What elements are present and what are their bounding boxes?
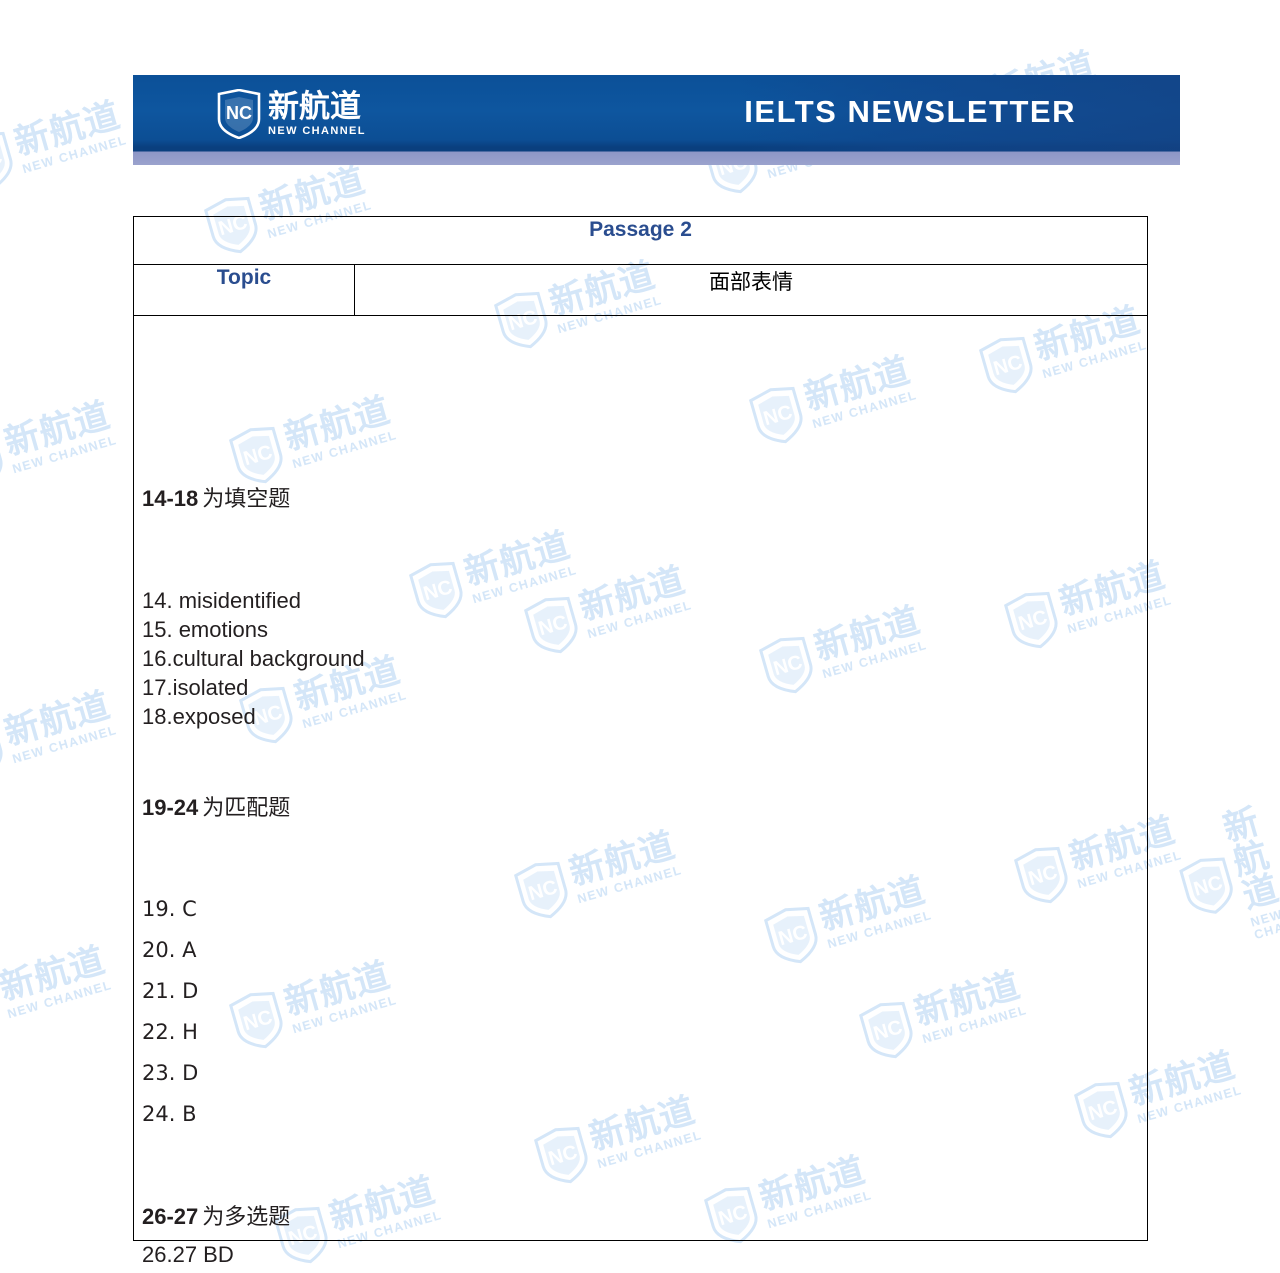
watermark-chinese-name: 新航道 <box>10 95 125 164</box>
list-item: 16.cultural background <box>142 646 365 671</box>
topic-value-cell: 面部表情 <box>354 264 1148 316</box>
list-item: 15. emotions <box>142 617 268 642</box>
watermark-english-name: NEW CHANNEL <box>1249 907 1280 942</box>
list-item: 20. A <box>142 938 197 962</box>
svg-text:NC: NC <box>226 103 252 123</box>
section-heading-matching: 19-24 为匹配题 <box>142 797 290 820</box>
list-item: 14. misidentified <box>142 588 301 613</box>
section-note-fill-in-the-blank: 为填空题 <box>202 487 291 512</box>
answers-body-cell: 14-18 为填空题 14. misidentified 15. emotions… <box>133 315 1148 1268</box>
answer-line-multiple-choice: 26.27 BD <box>142 1242 234 1267</box>
watermark-english-name: NEW CHANNEL <box>10 723 119 767</box>
watermark-english-name: NEW CHANNEL <box>5 978 114 1022</box>
watermark-chinese-name: 新航道 <box>1218 801 1280 918</box>
new-channel-logo: NC 新航道 NEW CHANNEL <box>216 89 366 139</box>
watermark-english-name: NEW CHANNEL <box>20 133 129 177</box>
watermark-chinese-name: 新航道 <box>0 940 110 1009</box>
table-row-topic: Topic 面部表情 <box>133 264 1148 316</box>
logo-english-name: NEW CHANNEL <box>268 124 366 137</box>
answer-list-matching: 19. C 20. A 21. D 22. H 23. D 24. B <box>142 889 198 1135</box>
page-header-banner: NC 新航道 NEW CHANNEL IELTS NEWSLETTER <box>133 75 1180 165</box>
section-note-multiple-choice: 为多选题 <box>202 1205 291 1230</box>
watermark-shield-icon: NC <box>0 721 3 779</box>
watermark-shield-icon: NC <box>1179 857 1233 914</box>
watermark-english-name: NEW CHANNEL <box>1135 1083 1244 1127</box>
watermark-shield-icon: NC <box>0 131 13 189</box>
answer-list-fill-in-the-blank: 14. misidentified 15. emotions 16.cultur… <box>142 586 365 731</box>
section-range-fill-in-the-blank: 14-18 <box>142 486 199 511</box>
watermark-logo: NC新航道NEW CHANNEL <box>0 395 120 496</box>
section-range-multiple-choice: 26-27 <box>142 1204 199 1229</box>
list-item: 17.isolated <box>142 675 249 700</box>
svg-text:NC: NC <box>0 146 5 175</box>
list-item: 24. B <box>142 1102 197 1126</box>
answers-body-inner: 14-18 为填空题 14. misidentified 15. emotions… <box>134 316 1147 1268</box>
list-item: 22. H <box>142 1020 198 1044</box>
watermark-logo: NC新航道NEW CHANNEL <box>0 95 130 196</box>
logo-chinese-name: 新航道 <box>268 88 361 125</box>
watermark-chinese-name: 新航道 <box>0 685 115 754</box>
shield-logo-icon: NC <box>217 89 261 139</box>
watermark-logo: NC新航道NEW CHANNEL <box>0 685 120 786</box>
table-row-answers: 14-18 为填空题 14. misidentified 15. emotions… <box>133 315 1148 1268</box>
list-item: 23. D <box>142 1061 199 1085</box>
answer-key-table: Passage 2 Topic 面部表情 14-18 为填空题 14. misid… <box>133 216 1148 1268</box>
watermark-logo: NC新航道NEW CHANNEL <box>1165 795 1280 957</box>
section-heading-multiple-choice: 26-27 为多选题 <box>142 1206 290 1229</box>
topic-label-cell: Topic <box>133 264 355 316</box>
svg-text:NC: NC <box>1191 872 1225 901</box>
table-row-passage-header: Passage 2 <box>133 216 1148 265</box>
section-range-matching: 19-24 <box>142 795 199 820</box>
list-item: 21. D <box>142 979 199 1003</box>
watermark-shield-icon: NC <box>0 431 3 489</box>
section-heading-fill-in-the-blank: 14-18 为填空题 <box>142 488 290 511</box>
passage-title-cell: Passage 2 <box>133 216 1148 265</box>
list-item: 19. C <box>142 897 197 921</box>
watermark-logo: NC新航道NEW CHANNEL <box>0 940 115 1041</box>
list-item: 18.exposed <box>142 704 256 729</box>
watermark-shield-icon: NC <box>0 971 6 1041</box>
watermark-chinese-name: 新航道 <box>0 395 115 464</box>
watermark-english-name: NEW CHANNEL <box>10 433 119 477</box>
banner-title: IELTS NEWSLETTER <box>744 94 1076 129</box>
section-note-matching: 为匹配题 <box>202 796 291 821</box>
